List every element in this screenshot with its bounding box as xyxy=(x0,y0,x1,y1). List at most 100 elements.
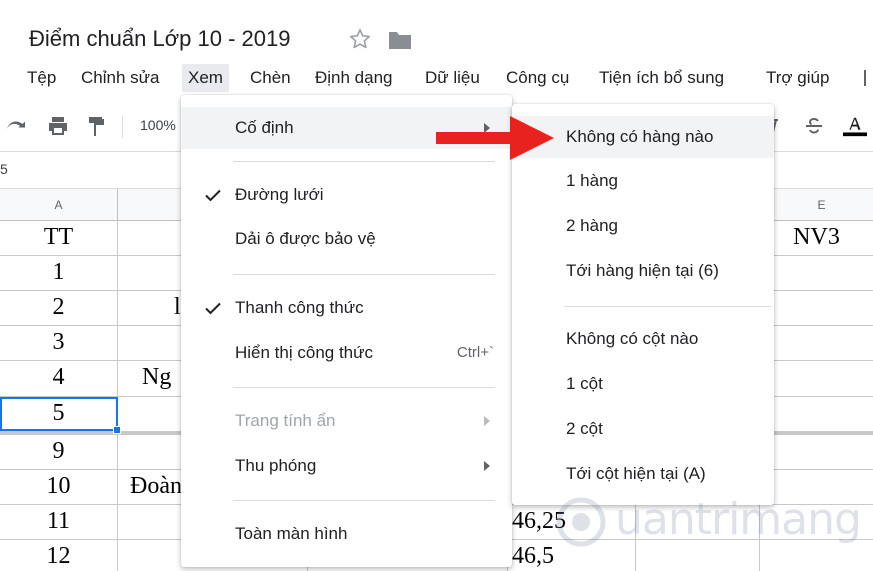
menu-item-label: 2 cột xyxy=(566,419,603,438)
text-color-icon[interactable] xyxy=(840,114,870,138)
cell-e[interactable] xyxy=(760,256,873,290)
shortcut-label: Ctrl+` xyxy=(456,344,494,361)
toolbar-divider xyxy=(122,116,123,138)
cell-text: TT xyxy=(43,224,74,250)
cell-text: l xyxy=(174,294,181,320)
cell-text: 4 xyxy=(52,364,65,390)
menu-item-label: Tới cột hiện tại (A) xyxy=(566,464,706,483)
check-icon xyxy=(205,302,221,315)
menu-item-label: Cố định xyxy=(235,118,294,137)
star-icon[interactable] xyxy=(347,26,373,52)
cell-a[interactable]: TT xyxy=(0,221,118,255)
menu-item-show-formulas[interactable]: Hiển thị công thức Ctrl+` xyxy=(181,333,512,373)
menu-item-full-screen[interactable]: Toàn màn hình xyxy=(181,514,512,554)
title-row: Điểm chuẩn Lớp 10 - 2019 xyxy=(0,22,873,58)
cell-e[interactable] xyxy=(760,326,873,360)
menu-item-label: Thanh công thức xyxy=(235,298,364,317)
cell-text: Đoàn xyxy=(130,473,182,499)
menu-file[interactable]: Tệp xyxy=(21,64,62,92)
menu-item-freeze-two-rows[interactable]: 2 hàng xyxy=(512,206,774,246)
cell-text: Ng xyxy=(142,364,172,390)
menu-item-label: 1 hàng xyxy=(566,171,618,190)
menu-item-formula-bar[interactable]: Thanh công thức xyxy=(181,288,512,328)
menu-item-zoom[interactable]: Thu phóng xyxy=(181,446,512,486)
cell-text: 46,5 xyxy=(512,543,554,569)
menu-item-label: Tới hàng hiện tại (6) xyxy=(566,261,719,280)
menu-divider xyxy=(564,306,772,307)
menu-edit[interactable]: Chỉnh sửa xyxy=(75,64,165,92)
strikethrough-icon[interactable] xyxy=(802,114,826,138)
cell-text: 12 xyxy=(46,543,71,569)
cell-a[interactable]: 10 xyxy=(0,470,118,504)
menu-item-label: 1 cột xyxy=(566,374,603,393)
menu-item-label: Không có hàng nào xyxy=(566,127,714,146)
watermark-text: uantrimang xyxy=(615,494,862,545)
cell-text: NV3 xyxy=(793,224,840,250)
menu-item-freeze-up-to-row[interactable]: Tới hàng hiện tại (6) xyxy=(512,251,774,291)
menu-help[interactable]: Trợ giúp xyxy=(760,64,835,92)
menu-item-freeze-up-to-col[interactable]: Tới cột hiện tại (A) xyxy=(512,454,774,494)
menu-divider xyxy=(233,500,495,501)
menu-addons[interactable]: Tiện ích bổ sung xyxy=(593,64,730,92)
menu-item-label: 2 hàng xyxy=(566,216,618,235)
menu-divider xyxy=(233,274,495,275)
menu-item-label: Toàn màn hình xyxy=(235,524,348,543)
menu-item-freeze-one-col[interactable]: 1 cột xyxy=(512,364,774,404)
menu-item-label: Đường lưới xyxy=(235,185,324,204)
cell-text: 1 xyxy=(52,259,65,285)
cell-e[interactable] xyxy=(760,397,873,431)
column-header-a[interactable]: A xyxy=(0,189,118,221)
watermark-logo: uantrimang xyxy=(555,490,862,550)
menu-item-freeze-one-row[interactable]: 1 hàng xyxy=(512,161,774,201)
cell-a[interactable]: 11 xyxy=(0,505,118,539)
menu-item-label: Trang tính ẩn xyxy=(235,411,336,430)
paint-format-icon[interactable] xyxy=(84,114,108,138)
submenu-arrow-icon xyxy=(484,461,490,471)
menu-item-protected-ranges[interactable]: Dải ô được bảo vệ xyxy=(181,219,512,259)
menu-item-label: Không có cột nào xyxy=(566,329,699,348)
cell-a[interactable]: 12 xyxy=(0,540,118,571)
menu-item-label: Hiển thị công thức xyxy=(235,343,374,362)
menu-view[interactable]: Xem xyxy=(182,64,229,92)
menu-data[interactable]: Dữ liệu xyxy=(419,64,486,92)
menu-overflow-edge xyxy=(864,70,867,86)
submenu-arrow-icon xyxy=(484,416,490,426)
cell-e[interactable] xyxy=(760,291,873,325)
cell-a[interactable]: 9 xyxy=(0,435,118,469)
cell-e[interactable] xyxy=(760,361,873,396)
cell-e[interactable] xyxy=(760,435,873,469)
cell-text: 10 xyxy=(46,473,71,499)
cell-a[interactable]: 3 xyxy=(0,326,118,360)
cell-e[interactable]: NV3 xyxy=(760,221,873,255)
menu-format[interactable]: Định dạng xyxy=(309,64,399,92)
menu-divider xyxy=(233,387,495,388)
folder-icon[interactable] xyxy=(388,30,412,50)
watermark-icon xyxy=(556,497,606,547)
menu-item-freeze-no-columns[interactable]: Không có cột nào xyxy=(512,319,774,359)
menu-item-label: Thu phóng xyxy=(235,456,317,475)
menu-item-freeze-two-cols[interactable]: 2 cột xyxy=(512,409,774,449)
cell-a[interactable]: 4 xyxy=(0,361,118,396)
cell-text: 3 xyxy=(52,329,65,355)
document-title[interactable]: Điểm chuẩn Lớp 10 - 2019 xyxy=(29,26,290,52)
cell-text: 2 xyxy=(52,294,65,320)
cell-reference[interactable]: 5 xyxy=(0,161,8,177)
cell-text: 11 xyxy=(46,508,71,534)
selected-cell-outline xyxy=(0,397,118,431)
check-icon xyxy=(205,189,221,202)
annotation-arrow-icon xyxy=(436,116,554,160)
cell-a[interactable]: 2 xyxy=(0,291,118,325)
menu-tools[interactable]: Công cụ xyxy=(500,64,575,92)
menu-bar: Tệp Chỉnh sửa Xem Chèn Định dạng Dữ liệu… xyxy=(0,60,873,94)
cell-text: 9 xyxy=(52,438,65,464)
redo-icon[interactable] xyxy=(4,114,28,138)
menu-item-label: Dải ô được bảo vệ xyxy=(235,229,376,248)
menu-item-gridlines[interactable]: Đường lưới xyxy=(181,175,512,215)
zoom-select[interactable]: 100% xyxy=(140,117,176,133)
menu-insert[interactable]: Chèn xyxy=(244,64,297,92)
fill-handle[interactable] xyxy=(113,426,121,434)
print-icon[interactable] xyxy=(46,114,70,138)
column-header-e[interactable]: E xyxy=(760,189,873,221)
menu-item-hidden-sheets: Trang tính ẩn xyxy=(181,401,512,441)
cell-a[interactable]: 1 xyxy=(0,256,118,290)
